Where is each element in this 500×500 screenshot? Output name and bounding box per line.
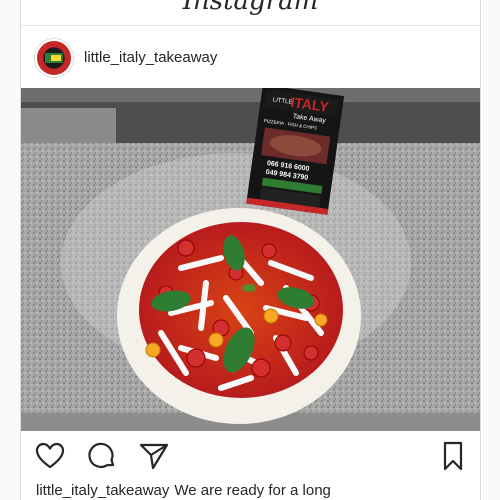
caption-username[interactable]: little_italy_takeaway — [36, 482, 169, 499]
flyer: LITTLE ITALY Take Away PIZZERIA · FISH &… — [246, 88, 345, 215]
post-username[interactable]: little_italy_takeaway — [84, 49, 217, 66]
post-header: little_italy_takeaway — [21, 36, 480, 80]
avatar-logo-accent — [51, 55, 61, 61]
comment-icon[interactable] — [86, 440, 118, 472]
app-title: Instagram — [182, 0, 319, 16]
post-card: Instagram little_italy_takeaway LITTLE I… — [20, 0, 481, 500]
post-actions — [21, 438, 480, 474]
pizza-photo: LITTLE ITALY Take Away PIZZERIA · FISH &… — [21, 88, 480, 431]
app-header: Instagram — [21, 0, 480, 26]
bookmark-icon[interactable] — [437, 440, 469, 472]
post-photo[interactable]: LITTLE ITALY Take Away PIZZERIA · FISH &… — [21, 88, 480, 431]
avatar[interactable] — [35, 39, 73, 77]
post-caption: little_italy_takeaway We are ready for a … — [36, 482, 331, 499]
caption-text: We are ready for a long — [174, 482, 331, 499]
send-icon[interactable] — [138, 440, 170, 472]
heart-icon[interactable] — [34, 440, 66, 472]
